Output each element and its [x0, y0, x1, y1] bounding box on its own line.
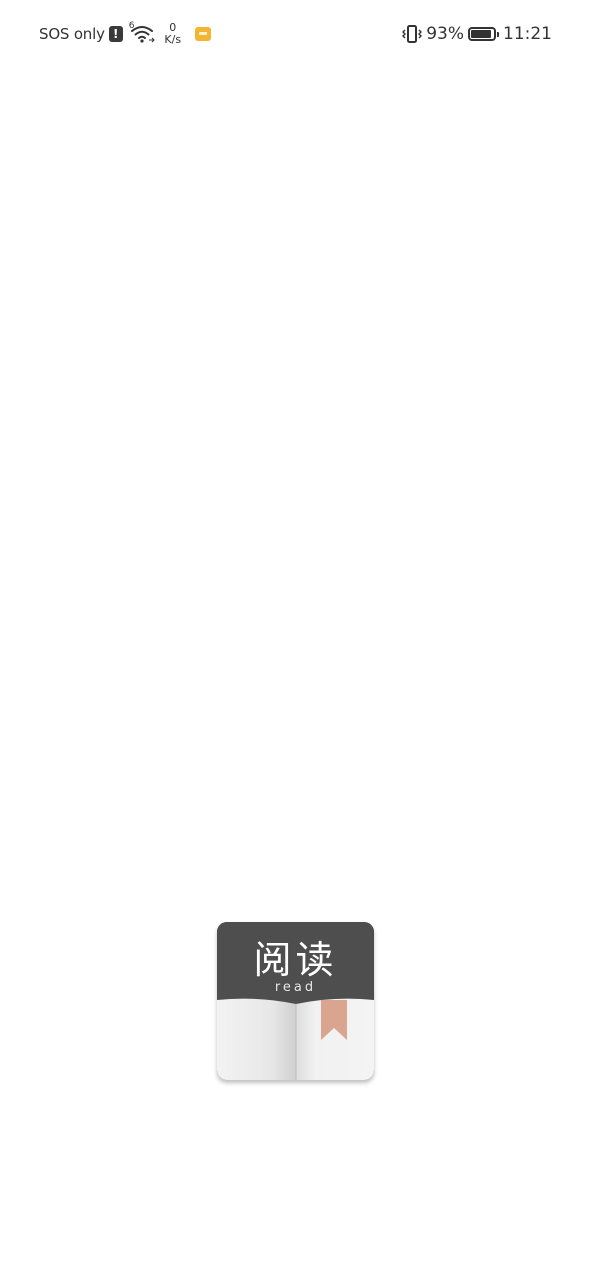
status-bar: SOS only ! 6 0 K/s 93% 11:21: [0, 0, 591, 66]
status-bar-left: SOS only ! 6 0 K/s: [39, 20, 211, 48]
battery-percentage: 93%: [426, 24, 464, 44]
vibrate-icon: [402, 25, 423, 43]
clock: 11:21: [503, 24, 552, 44]
notification-app-icon: [194, 27, 211, 41]
wifi-6-label: 6: [128, 21, 135, 31]
network-speed: 0 K/s: [159, 22, 187, 46]
status-bar-right: 93% 11:21: [401, 20, 552, 48]
logo-title-en: read: [274, 980, 317, 995]
logo-title-cn: 阅读: [253, 938, 338, 982]
wifi-icon: 6: [128, 21, 155, 45]
network-speed-unit: K/s: [164, 33, 182, 46]
exclamation-icon: !: [108, 26, 123, 42]
carrier-label: SOS only: [39, 25, 105, 43]
battery-fill: [471, 30, 492, 38]
app-logo: 阅读 read: [217, 922, 374, 1080]
battery-icon: [468, 27, 499, 41]
